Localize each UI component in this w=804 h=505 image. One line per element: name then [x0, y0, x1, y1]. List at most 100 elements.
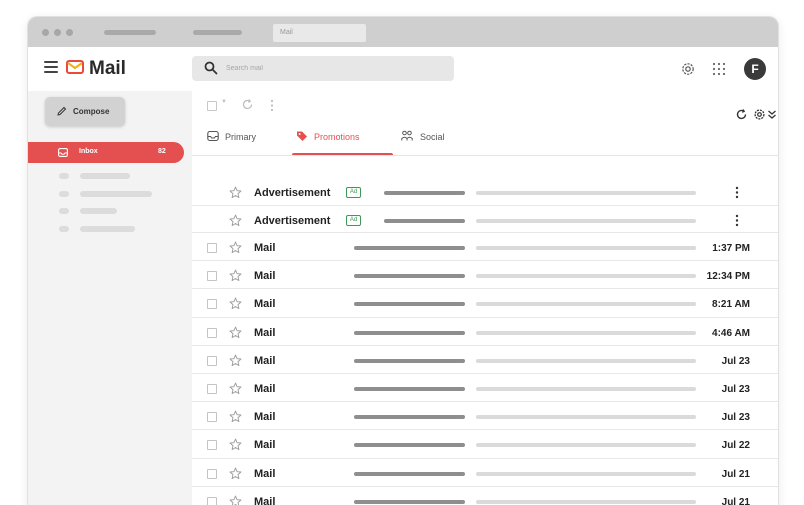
select-dropdown-icon[interactable]: ▼	[221, 99, 227, 105]
browser-tab-placeholder	[193, 30, 242, 35]
star-icon[interactable]	[229, 241, 242, 254]
email-time: 12:34 PM	[706, 271, 750, 283]
tab-promotions[interactable]: Promotions	[296, 122, 386, 156]
ad-row[interactable]: Advertisement Ad	[192, 178, 778, 206]
browser-nav-placeholder	[104, 30, 156, 35]
email-subject-placeholder	[354, 499, 465, 504]
email-row[interactable]: Mail 1:37 PM	[192, 233, 778, 262]
email-row[interactable]: Mail Jul 23	[192, 346, 778, 374]
inbox-icon	[207, 130, 219, 142]
settings-gear-icon[interactable]	[753, 108, 766, 121]
email-time: 4:46 AM	[712, 327, 750, 339]
app-header: Mail F	[28, 47, 778, 91]
inbox-icon	[58, 148, 68, 157]
tabs-divider	[192, 155, 778, 156]
star-icon[interactable]	[229, 214, 242, 227]
email-sender: Advertisement	[254, 214, 331, 227]
email-row[interactable]: Mail 12:34 PM	[192, 261, 778, 290]
more-options-icon[interactable]	[735, 186, 739, 199]
email-sender: Mail	[254, 242, 276, 254]
email-time: Jul 23	[721, 412, 750, 424]
row-checkbox[interactable]	[207, 243, 217, 253]
ad-badge: Ad	[346, 187, 361, 198]
window-maximize-dot[interactable]	[66, 29, 73, 36]
star-icon[interactable]	[229, 269, 242, 282]
more-options-icon[interactable]	[735, 214, 739, 227]
star-icon[interactable]	[229, 297, 242, 310]
email-snippet-placeholder	[476, 471, 696, 476]
email-time: Jul 21	[721, 496, 750, 505]
email-subject-placeholder	[354, 358, 465, 363]
email-row[interactable]: Mail Jul 21	[192, 487, 778, 505]
star-icon[interactable]	[229, 186, 242, 199]
browser-tab[interactable]: Mail	[273, 24, 366, 42]
chevron-double-down-icon[interactable]	[767, 108, 777, 121]
star-icon[interactable]	[229, 382, 242, 395]
email-snippet-placeholder	[476, 443, 696, 448]
search-bar[interactable]	[192, 56, 454, 81]
email-time: Jul 23	[721, 355, 750, 367]
sidebar-item-inbox[interactable]: Inbox 82	[28, 142, 184, 163]
email-time: Jul 21	[721, 468, 750, 480]
star-icon[interactable]	[229, 438, 242, 451]
menu-icon[interactable]	[44, 61, 58, 73]
email-sender: Mail	[254, 495, 276, 505]
email-snippet-placeholder	[476, 302, 696, 307]
email-subject-placeholder	[384, 191, 465, 195]
tab-primary[interactable]: Primary	[207, 122, 277, 156]
star-icon[interactable]	[229, 467, 242, 480]
search-input[interactable]	[226, 60, 441, 77]
search-icon[interactable]	[204, 61, 218, 75]
email-row[interactable]: Mail 8:21 AM	[192, 289, 778, 318]
email-sender: Mail	[254, 439, 276, 452]
more-options-icon[interactable]	[270, 99, 274, 112]
inbox-label: Inbox	[79, 148, 98, 155]
email-row[interactable]: Mail Jul 21	[192, 459, 778, 487]
tab-social[interactable]: Social	[401, 122, 461, 156]
tab-label: Primary	[225, 132, 256, 142]
row-checkbox[interactable]	[207, 468, 217, 479]
email-row[interactable]: Mail Jul 23	[192, 374, 778, 403]
email-time: Jul 23	[721, 384, 750, 395]
ad-badge: Ad	[346, 214, 361, 226]
sync-icon[interactable]	[735, 108, 748, 121]
email-snippet-placeholder	[476, 415, 696, 420]
refresh-icon[interactable]	[241, 98, 254, 111]
row-checkbox[interactable]	[207, 384, 217, 394]
window-close-dot[interactable]	[42, 29, 49, 36]
star-icon[interactable]	[229, 495, 242, 505]
avatar[interactable]: F	[744, 58, 766, 80]
email-row[interactable]: Mail Jul 22	[192, 430, 778, 459]
star-icon[interactable]	[229, 410, 242, 423]
row-checkbox[interactable]	[207, 271, 217, 282]
people-icon	[401, 130, 413, 141]
email-sender: Mail	[254, 383, 276, 395]
star-icon[interactable]	[229, 354, 242, 367]
email-sender: Mail	[254, 411, 276, 424]
email-sender: Mail	[254, 270, 276, 283]
settings-gear-icon[interactable]	[680, 61, 696, 77]
email-subject-placeholder	[354, 471, 465, 476]
email-subject-placeholder	[354, 330, 465, 335]
email-sender: Mail	[254, 326, 276, 339]
email-row[interactable]: Mail 4:46 AM	[192, 318, 778, 346]
ad-row[interactable]: Advertisement Ad	[192, 206, 778, 233]
apps-grid-icon[interactable]	[712, 62, 726, 76]
row-checkbox[interactable]	[207, 496, 217, 505]
email-snippet-placeholder	[476, 246, 696, 250]
row-checkbox[interactable]	[207, 412, 217, 423]
email-snippet-placeholder	[476, 274, 696, 279]
row-checkbox[interactable]	[207, 355, 217, 366]
compose-button[interactable]: Compose	[45, 97, 125, 126]
mail-logo-icon	[66, 60, 84, 74]
select-all-checkbox[interactable]	[207, 101, 217, 111]
email-sender: Advertisement	[254, 187, 331, 199]
row-checkbox[interactable]	[207, 440, 217, 451]
email-row[interactable]: Mail Jul 23	[192, 402, 778, 431]
row-checkbox[interactable]	[207, 327, 217, 338]
email-subject-placeholder	[354, 415, 465, 420]
window-minimize-dot[interactable]	[54, 29, 61, 36]
star-icon[interactable]	[229, 326, 242, 339]
email-time: Jul 22	[721, 440, 750, 452]
row-checkbox[interactable]	[207, 299, 217, 310]
